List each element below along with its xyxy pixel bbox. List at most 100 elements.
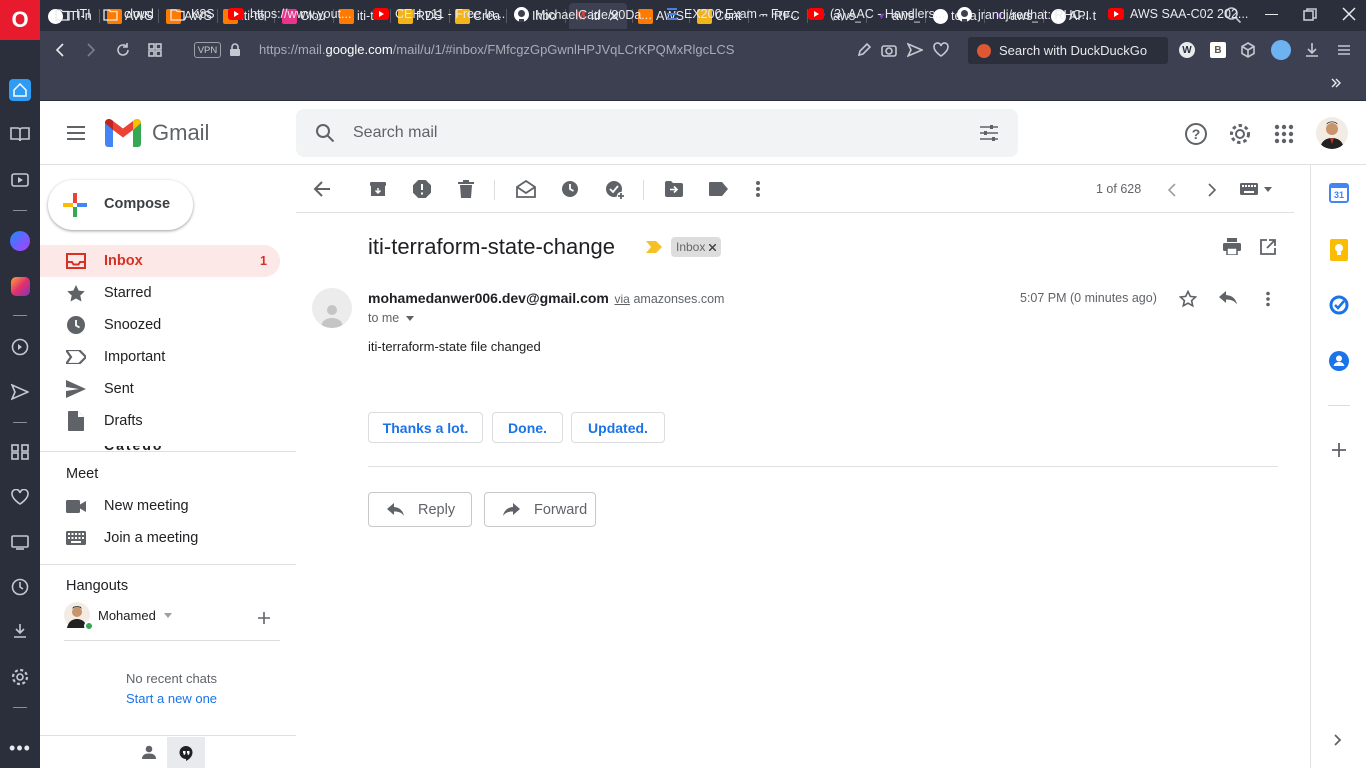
sidebar-item-starred[interactable]: Starred	[40, 277, 280, 309]
messenger-icon[interactable]	[9, 230, 31, 252]
search-input[interactable]: Search mail	[353, 124, 437, 142]
tabs-grid-icon[interactable]	[148, 43, 162, 57]
keep-icon[interactable]	[1330, 239, 1348, 261]
bookmark-overflow-icon[interactable]	[1330, 77, 1342, 89]
instagram-icon[interactable]	[9, 275, 31, 297]
smart-reply-2[interactable]: Done.	[492, 412, 563, 443]
player-icon[interactable]	[9, 169, 31, 191]
open-new-window-icon[interactable]	[1260, 239, 1276, 255]
add-to-tasks-icon[interactable]	[605, 180, 625, 200]
meet-item[interactable]: Join a meeting	[40, 522, 280, 554]
bookmark-item[interactable]: EX200 Exam – Fre...	[666, 7, 800, 21]
bookmark-item[interactable]: cloud	[103, 7, 154, 21]
bookmark-item[interactable]: jrandj/redhat: RHC...	[957, 7, 1092, 22]
duckduckgo-search[interactable]: Search with DuckDuckGo	[968, 37, 1168, 64]
help-icon[interactable]: ?	[1185, 123, 1207, 145]
mark-unread-icon[interactable]	[516, 180, 536, 198]
archive-icon[interactable]	[369, 180, 387, 198]
print-icon[interactable]	[1223, 238, 1241, 255]
older-icon[interactable]	[1207, 183, 1217, 197]
downloads-icon[interactable]	[9, 620, 31, 642]
reload-icon[interactable]	[115, 42, 131, 58]
camera-icon[interactable]	[881, 42, 897, 58]
back-icon[interactable]	[53, 42, 67, 58]
hangouts-user[interactable]: Mohamed	[64, 602, 172, 631]
forward-button[interactable]: Forward	[484, 492, 596, 527]
move-to-icon[interactable]	[665, 181, 683, 197]
report-spam-icon[interactable]	[413, 180, 431, 198]
bookmark-item[interactable]: AWS SAA-C02 202...	[1108, 7, 1248, 21]
label-icon[interactable]	[709, 182, 728, 196]
meet-item[interactable]: New meeting	[40, 490, 280, 522]
chevron-down-icon[interactable]	[163, 612, 172, 618]
forward-icon[interactable]	[84, 42, 98, 58]
tasks-icon[interactable]	[1329, 295, 1349, 315]
bookmark-item[interactable]: ITI	[55, 7, 91, 21]
minimize-icon[interactable]	[1265, 14, 1278, 15]
smart-reply-1[interactable]: Thanks a lot.	[368, 412, 483, 443]
snooze-icon[interactable]	[561, 180, 579, 198]
home-icon[interactable]	[9, 79, 31, 101]
gmail-logo[interactable]: Gmail	[105, 118, 209, 147]
search-options-icon[interactable]	[979, 124, 999, 142]
history-icon[interactable]	[9, 576, 31, 598]
download-icon[interactable]	[1304, 42, 1320, 58]
edit-icon[interactable]	[856, 42, 872, 58]
vpn-badge[interactable]: VPN	[194, 42, 221, 58]
workspaces-icon[interactable]	[9, 441, 31, 463]
smart-reply-3[interactable]: Updated.	[571, 412, 665, 443]
new-chat-plus-icon[interactable]	[257, 611, 271, 625]
send-page-icon[interactable]	[907, 42, 923, 58]
sidebar-item-inbox[interactable]: Inbox 1	[40, 245, 280, 277]
flow-icon[interactable]	[9, 336, 31, 358]
send-icon[interactable]	[9, 381, 31, 403]
show-side-panel-icon[interactable]	[1334, 734, 1342, 746]
more-icon[interactable]: •••	[9, 737, 31, 759]
newer-icon[interactable]	[1167, 183, 1177, 197]
more-options-icon[interactable]	[755, 180, 761, 198]
via-link[interactable]: via	[614, 292, 629, 306]
input-tools-icon[interactable]	[1240, 183, 1272, 195]
url-field[interactable]: https://mail.google.com/mail/u/1/#inbox/…	[259, 42, 734, 57]
heart-icon[interactable]	[933, 42, 949, 58]
calendar-icon[interactable]: 31	[1329, 183, 1349, 203]
remove-label-icon[interactable]	[709, 243, 717, 251]
bookmark-item[interactable]: CEH v11 - Free In...	[373, 7, 505, 21]
menu-icon[interactable]	[1336, 42, 1352, 58]
contacts-icon[interactable]	[1329, 351, 1349, 371]
contacts-person-icon[interactable]	[142, 745, 156, 759]
settings-icon[interactable]	[9, 666, 31, 688]
account-avatar[interactable]	[1316, 117, 1348, 149]
bookmark-item[interactable]: MichaelCade/90Da...	[514, 7, 652, 22]
reply-icon[interactable]	[1219, 291, 1237, 305]
sidebar-item-important[interactable]: Important	[40, 341, 280, 373]
sender-email[interactable]: mohamedanwer006.dev@gmail.com	[368, 290, 609, 306]
tabs-icon[interactable]	[9, 531, 31, 553]
get-addons-icon[interactable]	[1332, 443, 1346, 457]
extension-b-icon[interactable]: B	[1210, 42, 1226, 58]
close-window-icon[interactable]	[1342, 7, 1356, 21]
sidebar-item-drafts[interactable]: Drafts	[40, 405, 280, 437]
sidebar-item-snoozed[interactable]: Snoozed	[40, 309, 280, 341]
bookmark-item[interactable]: https://www.yout...	[228, 7, 351, 21]
gmail-settings-icon[interactable]	[1229, 123, 1251, 145]
sidebar-item-sent[interactable]: Sent	[40, 373, 280, 405]
message-more-icon[interactable]	[1265, 291, 1271, 307]
search-icon[interactable]	[315, 123, 335, 143]
delete-icon[interactable]	[458, 180, 474, 198]
recipients-chevron-icon[interactable]	[406, 315, 415, 321]
extension-cube-icon[interactable]	[1240, 42, 1256, 58]
extension-w-icon[interactable]: W	[1179, 42, 1195, 58]
reply-button[interactable]: Reply	[368, 492, 472, 527]
recipients[interactable]: to me	[368, 311, 415, 325]
bookmark-item[interactable]: (3) AAC - Handlers...	[808, 7, 945, 21]
reader-icon[interactable]	[9, 123, 31, 145]
bookmark-item[interactable]: K8S	[170, 7, 215, 21]
back-to-inbox-icon[interactable]	[313, 180, 331, 198]
bookmarks-heart-icon[interactable]	[9, 486, 31, 508]
restore-icon[interactable]	[1303, 8, 1317, 22]
hangouts-tab-icon[interactable]	[167, 737, 205, 768]
star-icon[interactable]	[1179, 290, 1197, 308]
opera-logo-icon[interactable]: O	[0, 0, 40, 40]
main-menu-icon[interactable]	[66, 124, 86, 142]
